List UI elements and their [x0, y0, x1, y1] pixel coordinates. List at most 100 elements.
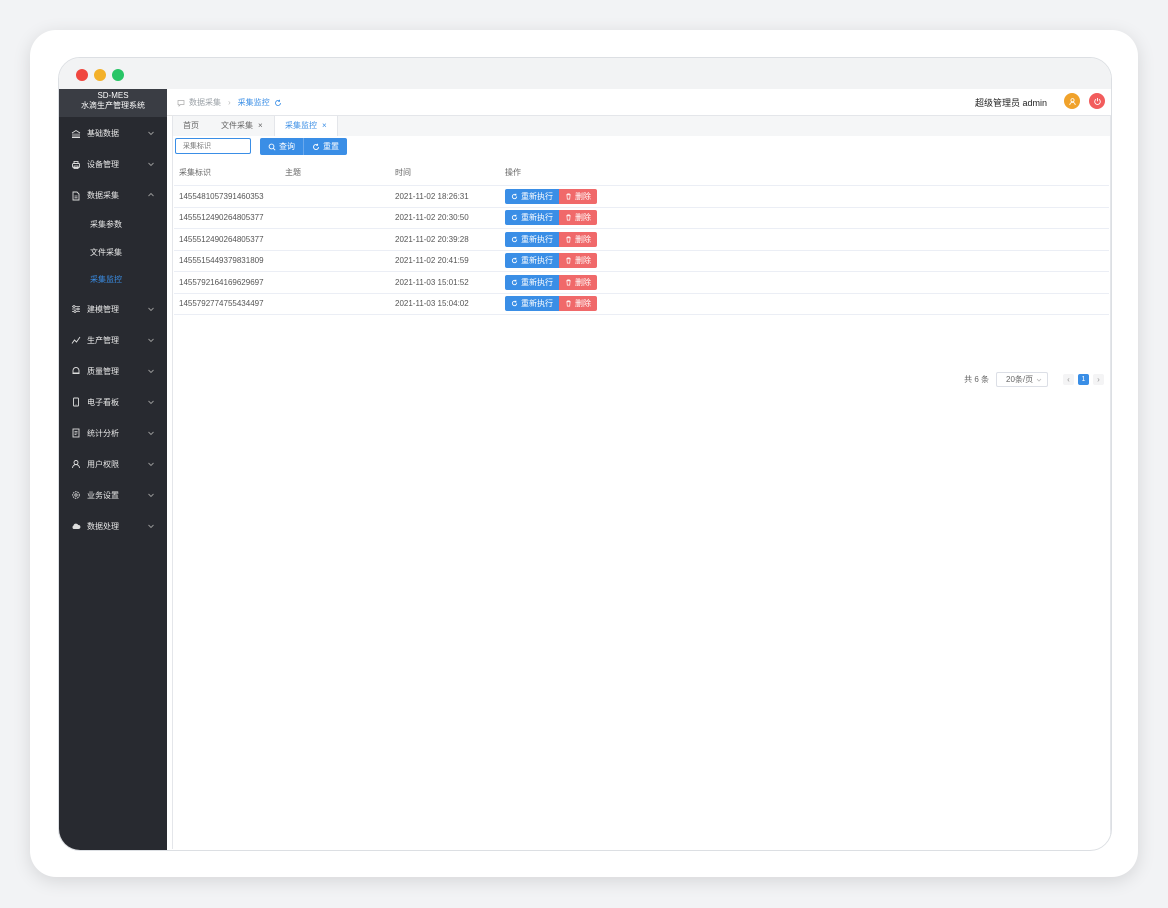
delete-button[interactable]: 删除 [559, 231, 597, 247]
logo-subtitle: 水滴生产管理系统 [81, 101, 145, 110]
cell-collection-id: 1455515449379831809 [174, 250, 285, 272]
chevron-down-icon [148, 431, 154, 435]
sidebar-item-label: 用户权限 [87, 459, 119, 469]
user-avatar-button[interactable] [1064, 93, 1080, 109]
table-header-row: 采集标识 主题 时间 操作 [174, 160, 1109, 186]
breadcrumb-item[interactable]: 数据采集 [189, 97, 221, 108]
rerun-button[interactable]: 重新执行 [505, 253, 559, 269]
maximize-window-button[interactable] [112, 69, 124, 81]
delete-button[interactable]: 删除 [559, 274, 597, 290]
window-titlebar [59, 58, 1111, 89]
search-icon [268, 143, 276, 151]
top-header: 数据采集 › 采集监控 超级管理员 admin [167, 89, 1111, 116]
reset-button[interactable]: 重置 [304, 138, 347, 155]
user-name[interactable]: 超级管理员 admin [975, 96, 1047, 109]
rerun-button[interactable]: 重新执行 [505, 188, 559, 204]
trash-icon [566, 214, 571, 221]
chevron-down-icon [148, 162, 154, 167]
table-row: 1455481057391460353 2021-11-02 18:26:31 重新… [174, 185, 1109, 208]
prev-page-button[interactable]: ‹ [1063, 374, 1074, 385]
rerun-button-label: 重新执行 [521, 299, 553, 309]
tab-bar: 首页 文件采集 × 采集监控 × [172, 115, 1111, 137]
row-actions: 重新执行 删除 [505, 210, 1109, 226]
rerun-button[interactable]: 重新执行 [505, 274, 559, 290]
sidebar-item-basic-data[interactable]: 基础数据 [59, 118, 167, 149]
sliders-icon [71, 304, 81, 314]
sidebar-item-equipment[interactable]: 设备管理 [59, 149, 167, 180]
sidebar-subitem-collection-monitor[interactable]: 采集监控 [59, 266, 167, 294]
app-logo[interactable]: SD-MES 水滴生产管理系统 [59, 89, 167, 117]
chevron-down-icon [148, 493, 154, 497]
cell-actions: 重新执行 删除 [505, 207, 1109, 229]
rerun-button[interactable]: 重新执行 [505, 210, 559, 226]
sidebar-item-user-permissions[interactable]: 用户权限 [59, 449, 167, 480]
row-actions: 重新执行 删除 [505, 231, 1109, 247]
table-row: 1455512490264805377 2021-11-02 20:39:28 重新… [174, 228, 1109, 251]
tab-label: 文件采集 [221, 121, 253, 130]
bell-icon [71, 366, 81, 376]
delete-button[interactable]: 删除 [559, 210, 597, 226]
sidebar-item-data-processing[interactable]: 数据处理 [59, 511, 167, 542]
cell-collection-id: 1455481057391460353 [174, 185, 285, 208]
refresh-icon [511, 236, 518, 242]
query-button[interactable]: 查询 [260, 138, 304, 155]
delete-button[interactable]: 删除 [559, 296, 597, 312]
printer-icon [71, 160, 81, 170]
cell-topic [285, 185, 395, 208]
tab-collection-monitor[interactable]: 采集监控 × [274, 116, 338, 136]
refresh-icon [511, 193, 518, 199]
refresh-icon [511, 257, 518, 264]
delete-button[interactable]: 删除 [559, 188, 597, 204]
search-input[interactable] [175, 138, 251, 154]
page-size-select[interactable]: 20条/页 [996, 372, 1048, 387]
sidebar-item-business-settings[interactable]: 业务设置 [59, 480, 167, 511]
cell-actions: 重新执行 删除 [505, 250, 1109, 272]
sidebar-item-production[interactable]: 生产管理 [59, 325, 167, 356]
cell-topic [285, 271, 395, 294]
table-row: 1455792164169629697 2021-11-03 15:01:52 重新… [174, 271, 1109, 294]
column-header: 采集标识 [174, 160, 285, 186]
page-number-current[interactable]: 1 [1078, 374, 1089, 385]
sidebar-subitem-file-collection[interactable]: 文件采集 [59, 239, 167, 267]
sidebar-item-label: 基础数据 [87, 129, 119, 138]
sidebar-item-data-collection[interactable]: 数据采集 [59, 180, 167, 211]
rerun-button[interactable]: 重新执行 [505, 231, 559, 247]
tab-file-collection[interactable]: 文件采集 × [221, 116, 263, 136]
message-icon [177, 99, 185, 107]
close-icon[interactable]: × [258, 121, 263, 130]
sidebar-item-dashboard[interactable]: 电子看板 [59, 387, 167, 418]
rerun-button[interactable]: 重新执行 [505, 296, 559, 312]
close-icon[interactable]: × [322, 121, 327, 130]
next-page-button[interactable]: › [1093, 374, 1104, 385]
chevron-down-icon [148, 524, 154, 528]
logout-button[interactable] [1089, 93, 1105, 109]
tab-home[interactable]: 首页 [183, 116, 199, 136]
sidebar-item-statistics[interactable]: 统计分析 [59, 418, 167, 449]
minimize-window-button[interactable] [94, 69, 106, 81]
cell-collection-id: 1455792164169629697 [174, 271, 285, 294]
cell-time: 2021-11-03 15:01:52 [395, 271, 505, 294]
report-icon [71, 428, 81, 438]
sidebar-subitem-collection-params[interactable]: 采集参数 [59, 211, 167, 239]
cloud-icon [71, 521, 81, 531]
bank-icon [71, 129, 81, 139]
cell-collection-id: 1455512490264805377 [174, 207, 285, 229]
sidebar-item-label: 统计分析 [87, 428, 119, 438]
sidebar-item-quality[interactable]: 质量管理 [59, 356, 167, 387]
rerun-button-label: 重新执行 [521, 256, 553, 266]
sidebar-item-label: 电子看板 [87, 397, 119, 407]
breadcrumb-current: 采集监控 [237, 98, 270, 107]
delete-button-label: 删除 [575, 299, 591, 309]
cell-topic [285, 207, 395, 229]
sidebar-item-label: 质量管理 [87, 366, 119, 376]
cell-actions: 重新执行 删除 [505, 228, 1109, 251]
chevron-down-icon [1036, 378, 1042, 382]
refresh-icon[interactable] [274, 99, 282, 107]
reset-button-label: 重置 [323, 142, 339, 151]
sidebar-item-modeling[interactable]: 建模管理 [59, 294, 167, 325]
cell-time: 2021-11-03 15:04:02 [395, 293, 505, 315]
user-icon [71, 459, 81, 469]
close-window-button[interactable] [76, 69, 88, 81]
delete-button[interactable]: 删除 [559, 253, 597, 269]
trash-icon [566, 257, 571, 264]
